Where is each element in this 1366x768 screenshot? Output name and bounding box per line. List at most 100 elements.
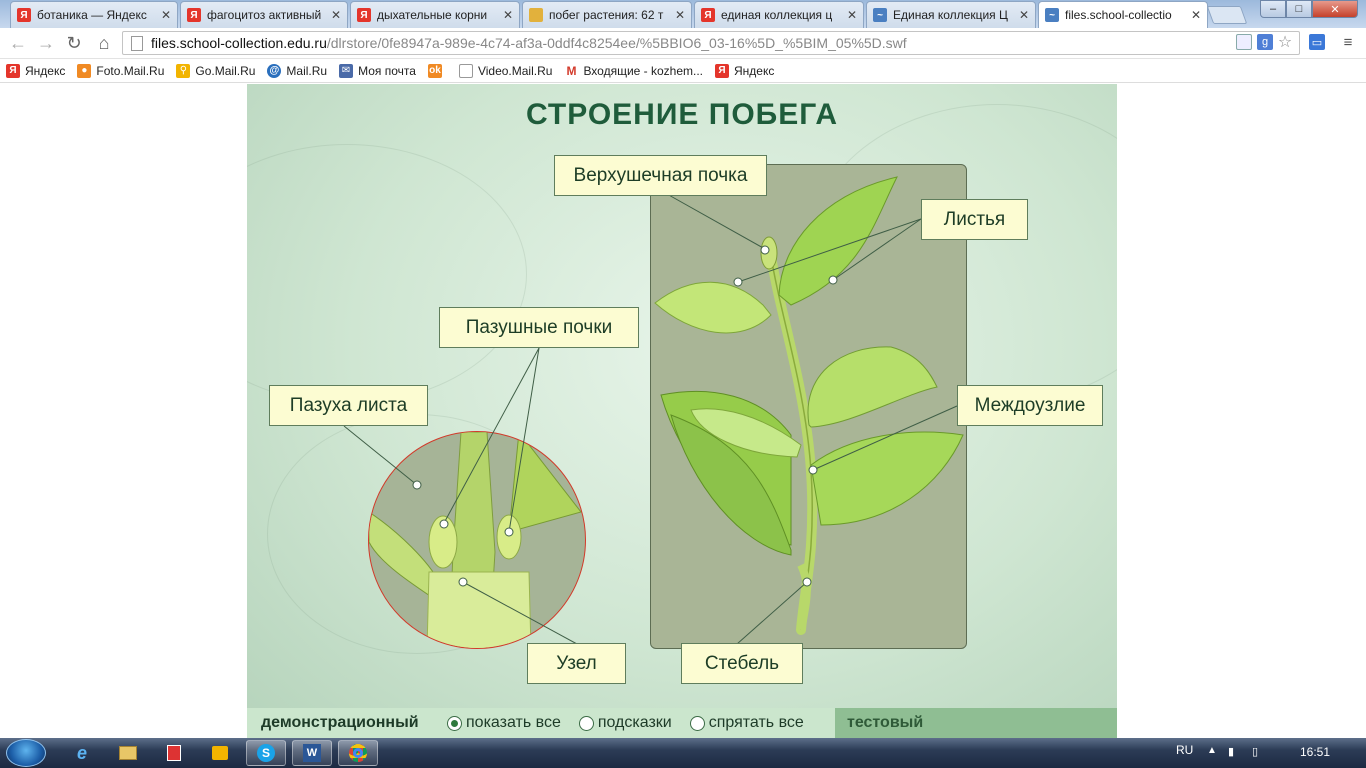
page-icon <box>529 8 543 22</box>
extension-icon[interactable]: ▭ <box>1309 34 1325 50</box>
yandex-icon: Я <box>17 8 31 22</box>
bookmark-label: Яндекс <box>734 63 775 78</box>
page-title: СТРОЕНИЕ ПОБЕГА <box>525 98 839 131</box>
tab-title: единая коллекция ц <box>721 8 833 22</box>
skype-icon[interactable]: S <box>246 740 286 766</box>
close-icon[interactable]: ✕ <box>675 8 685 22</box>
close-icon[interactable]: ✕ <box>161 8 171 22</box>
bookmark-label: Go.Mail.Ru <box>195 63 256 78</box>
network-icon[interactable]: ▮ <box>1228 745 1234 758</box>
radio-selected-icon <box>447 715 462 731</box>
back-button[interactable]: ← <box>6 31 30 55</box>
bookmark-item[interactable]: Я Яндекс <box>715 63 775 78</box>
node-closeup-drawing <box>369 432 582 648</box>
test-mode-tab[interactable]: тестовый <box>835 708 1117 738</box>
bookmark-label: Foto.Mail.Ru <box>96 63 165 78</box>
label-internode[interactable]: Междоузлие <box>957 385 1103 426</box>
clock[interactable]: 16:51 <box>1300 745 1330 759</box>
close-icon[interactable]: ✕ <box>847 8 857 22</box>
arrow-left-icon: ← <box>9 32 27 53</box>
radio-icon <box>689 715 705 731</box>
collection-icon: ~ <box>873 8 887 22</box>
bookmark-item[interactable]: ok <box>427 63 447 78</box>
translate-icon[interactable] <box>1236 34 1252 50</box>
hints-label: подсказки <box>597 714 672 731</box>
close-icon[interactable]: ✕ <box>1191 8 1201 22</box>
yandex-icon: Я <box>6 63 20 78</box>
yandex-icon: Я <box>357 8 371 22</box>
bookmark-item[interactable]: ● Foto.Mail.Ru <box>77 63 165 78</box>
chrome-icon[interactable] <box>338 740 378 766</box>
mailru-icon: @ <box>267 63 282 78</box>
bookmarks-bar: Я Яндекс ● Foto.Mail.Ru ⚲ Go.Mail.Ru @ Mail.… <box>0 59 1366 83</box>
new-tab-button[interactable] <box>1206 6 1248 24</box>
hints-radio[interactable]: подсказки <box>578 714 672 732</box>
bookmark-item[interactable]: M Входящие - kozhem... <box>564 63 704 78</box>
label-axillary-buds[interactable]: Пазушные почки <box>439 307 639 348</box>
close-icon[interactable]: ✕ <box>503 8 513 22</box>
word-icon[interactable]: W <box>292 740 332 766</box>
search-icon: ⚲ <box>176 63 191 78</box>
forward-button[interactable]: → <box>34 31 58 55</box>
show-all-label: показать все <box>466 714 561 731</box>
magnified-node <box>368 431 586 649</box>
flash-movie[interactable]: СТРОЕНИЕ ПОБЕГА Верхушечная почка Листья… <box>247 84 1117 738</box>
tab-strip: Я ботаника — Яндекс ✕ Я фагоцитоз активн… <box>0 0 1366 28</box>
mode-controls: демонстрационный показать все подсказки … <box>247 708 1117 738</box>
page-content: СТРОЕНИЕ ПОБЕГА Верхушечная почка Листья… <box>0 84 1366 738</box>
mail-icon: ✉ <box>339 63 354 78</box>
radio-icon <box>578 715 594 731</box>
hide-all-radio[interactable]: спрятать все <box>689 714 804 732</box>
tab-6[interactable]: ~ files.school-collectio ✕ <box>1038 1 1208 28</box>
maximize-button[interactable]: □ <box>1286 0 1312 18</box>
bookmark-item[interactable]: Я Яндекс <box>6 63 66 78</box>
tab-1[interactable]: Я фагоцитоз активный ✕ <box>180 1 348 28</box>
tab-title: Единая коллекция Ц <box>893 8 1008 22</box>
hide-all-label: спрятать все <box>708 714 804 731</box>
bookmark-label: Яндекс <box>25 63 66 78</box>
tab-title: фагоцитоз активный <box>207 8 322 22</box>
label-leaf-axil[interactable]: Пазуха листа <box>269 385 428 426</box>
label-stem[interactable]: Стебель <box>681 643 803 684</box>
close-window-button[interactable]: ✕ <box>1312 0 1358 18</box>
close-icon[interactable]: ✕ <box>1019 8 1029 22</box>
home-icon: ⌂ <box>98 32 110 53</box>
battery-icon[interactable]: ▯ <box>1252 745 1258 758</box>
google-icon[interactable]: g <box>1257 34 1273 50</box>
tab-title: побег растения: 62 т <box>549 8 664 22</box>
folder-icon[interactable] <box>108 740 148 766</box>
demo-mode-label[interactable]: демонстрационный <box>247 714 447 732</box>
tab-5[interactable]: ~ Единая коллекция Ц ✕ <box>866 1 1036 28</box>
language-indicator[interactable]: RU <box>1176 743 1193 757</box>
tab-title: ботаника — Яндекс <box>37 8 147 22</box>
show-all-radio[interactable]: показать все <box>447 714 561 732</box>
player-icon[interactable] <box>200 740 240 766</box>
start-button[interactable] <box>6 739 46 767</box>
bookmark-item[interactable]: ⚲ Go.Mail.Ru <box>176 63 256 78</box>
menu-icon[interactable]: ≡ <box>1340 34 1356 51</box>
star-icon[interactable]: ☆ <box>1277 34 1293 51</box>
minimize-button[interactable]: – <box>1260 0 1286 18</box>
bookmark-item[interactable]: @ Mail.Ru <box>267 63 327 78</box>
label-node[interactable]: Узел <box>527 643 626 684</box>
home-button[interactable]: ⌂ <box>92 31 116 55</box>
label-leaves[interactable]: Листья <box>921 199 1028 240</box>
tray-expand-icon[interactable]: ▲ <box>1207 745 1217 756</box>
address-bar[interactable]: files.school-collection.edu.ru/dlrstore/… <box>122 31 1300 55</box>
bookmark-label: Video.Mail.Ru <box>477 63 553 78</box>
bookmark-label: Входящие - kozhem... <box>583 63 704 78</box>
tab-4[interactable]: Я единая коллекция ц ✕ <box>694 1 864 28</box>
reload-button[interactable]: ↻ <box>62 31 86 55</box>
media-icon[interactable] <box>154 740 194 766</box>
bookmark-item[interactable]: ✉ Моя почта <box>339 63 416 78</box>
tab-3[interactable]: побег растения: 62 т ✕ <box>522 1 692 28</box>
internet-explorer-icon[interactable]: e <box>62 740 102 766</box>
background-decoration <box>247 144 527 404</box>
label-apical-bud[interactable]: Верхушечная почка <box>554 155 767 196</box>
browser-toolbar: ← → ↻ ⌂ files.school-collection.edu.ru/d… <box>0 28 1366 59</box>
url-path: /dlrstore/0fe8947a-989e-4c74-af3a-0ddf4c… <box>326 35 907 51</box>
tab-0[interactable]: Я ботаника — Яндекс ✕ <box>10 1 178 28</box>
tab-2[interactable]: Я дыхательные корни ✕ <box>350 1 520 28</box>
close-icon[interactable]: ✕ <box>331 8 341 22</box>
bookmark-item[interactable]: Video.Mail.Ru <box>458 63 553 78</box>
